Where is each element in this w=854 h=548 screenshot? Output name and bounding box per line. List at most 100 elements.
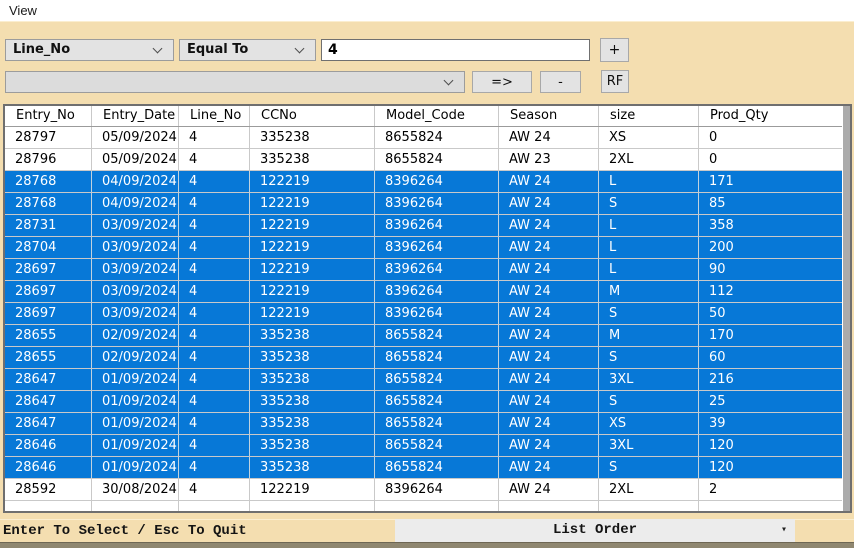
table-row[interactable]: 2864701/09/202443352388655824AW 243XL216: [5, 369, 842, 391]
apply-filter-button[interactable]: =>: [472, 71, 532, 93]
table-cell: 28697: [5, 303, 92, 324]
table-cell: 4: [179, 259, 250, 280]
table-cell: 171: [699, 171, 842, 192]
table-cell: 85: [699, 193, 842, 214]
table-cell: 4: [179, 413, 250, 434]
table-cell: 28647: [5, 413, 92, 434]
table-cell: 03/09/2024: [92, 281, 179, 302]
header-cell: Entry_No: [5, 106, 92, 126]
table-cell: 05/09/2024: [92, 127, 179, 148]
table-cell: L: [599, 171, 699, 192]
table-cell: AW 24: [499, 193, 599, 214]
table-cell: 4: [179, 347, 250, 368]
empty-cell: [699, 501, 842, 511]
empty-cell: [179, 501, 250, 511]
table-cell: 335238: [250, 127, 375, 148]
table-cell: S: [599, 347, 699, 368]
table-cell: 4: [179, 127, 250, 148]
table-cell: 4: [179, 435, 250, 456]
table-cell: XS: [599, 413, 699, 434]
table-row[interactable]: 2873103/09/202441222198396264AW 24L358: [5, 215, 842, 237]
table-cell: 8655824: [375, 457, 499, 478]
table-cell: 2: [699, 479, 842, 500]
table-cell: 335238: [250, 435, 375, 456]
table-cell: M: [599, 325, 699, 346]
remove-filter-button[interactable]: -: [540, 71, 581, 93]
table-row[interactable]: 2870403/09/202441222198396264AW 24L200: [5, 237, 842, 259]
empty-cell: [599, 501, 699, 511]
table-cell: 28697: [5, 259, 92, 280]
table-cell: 8396264: [375, 171, 499, 192]
status-filler: [795, 519, 854, 542]
table-cell: 60: [699, 347, 842, 368]
table-row[interactable]: 2876804/09/202441222198396264AW 24L171: [5, 171, 842, 193]
table-row[interactable]: 2869703/09/202441222198396264AW 24L90: [5, 259, 842, 281]
table-cell: 28646: [5, 435, 92, 456]
table-cell: 0: [699, 127, 842, 148]
table-cell: AW 24: [499, 391, 599, 412]
table-row[interactable]: 2864701/09/202443352388655824AW 24XS39: [5, 413, 842, 435]
empty-cell: [250, 501, 375, 511]
header-cell: Season: [499, 106, 599, 126]
table-cell: 28768: [5, 193, 92, 214]
table-cell: 3XL: [599, 435, 699, 456]
table-cell: 335238: [250, 149, 375, 170]
rf-button[interactable]: RF: [601, 70, 629, 93]
table-cell: 01/09/2024: [92, 413, 179, 434]
vertical-scrollbar[interactable]: [842, 106, 850, 511]
table-cell: 8655824: [375, 347, 499, 368]
table-cell: 4: [179, 281, 250, 302]
saved-filter-combobox[interactable]: [5, 71, 465, 93]
table-cell: AW 24: [499, 303, 599, 324]
table-cell: 4: [179, 237, 250, 258]
table-cell: 120: [699, 435, 842, 456]
table-row[interactable]: 2864601/09/202443352388655824AW 24S120: [5, 457, 842, 479]
table-cell: 2XL: [599, 149, 699, 170]
table-cell: 335238: [250, 325, 375, 346]
menu-item-view[interactable]: View: [0, 0, 46, 21]
table-row[interactable]: 2879605/09/202443352388655824AW 232XL0: [5, 149, 842, 171]
table-cell: S: [599, 193, 699, 214]
table-row[interactable]: 2864701/09/202443352388655824AW 24S25: [5, 391, 842, 413]
status-hint: Enter To Select / Esc To Quit: [0, 519, 395, 542]
filter-value-input[interactable]: [321, 39, 590, 61]
list-order-combobox[interactable]: List Order ▾: [395, 519, 795, 542]
table-cell: 122219: [250, 215, 375, 236]
table-cell: 200: [699, 237, 842, 258]
table-cell: AW 24: [499, 413, 599, 434]
table-cell: XS: [599, 127, 699, 148]
field-combobox[interactable]: Line_No: [5, 39, 174, 61]
table-row[interactable]: 2859230/08/202441222198396264AW 242XL2: [5, 479, 842, 501]
table-cell: L: [599, 215, 699, 236]
table-cell: AW 24: [499, 237, 599, 258]
add-filter-button[interactable]: +: [600, 38, 629, 62]
table-cell: 8396264: [375, 237, 499, 258]
table-row[interactable]: 2864601/09/202443352388655824AW 243XL120: [5, 435, 842, 457]
table-cell: AW 24: [499, 281, 599, 302]
table-cell: 122219: [250, 479, 375, 500]
table-row[interactable]: 2876804/09/202441222198396264AW 24S85: [5, 193, 842, 215]
table-row[interactable]: 2869703/09/202441222198396264AW 24S50: [5, 303, 842, 325]
empty-cell: [375, 501, 499, 511]
table-cell: AW 24: [499, 215, 599, 236]
table-cell: AW 24: [499, 457, 599, 478]
table-cell: 112: [699, 281, 842, 302]
table-cell: 335238: [250, 369, 375, 390]
table-row[interactable]: 2865502/09/202443352388655824AW 24S60: [5, 347, 842, 369]
table-cell: 28655: [5, 325, 92, 346]
table-cell: 4: [179, 303, 250, 324]
header-cell: Entry_Date: [92, 106, 179, 126]
table-cell: 03/09/2024: [92, 237, 179, 258]
table-cell: 8396264: [375, 259, 499, 280]
table-cell: 04/09/2024: [92, 193, 179, 214]
app-window: View Line_No Equal To + => - RF Entry_No…: [0, 0, 854, 548]
operator-combobox[interactable]: Equal To: [179, 39, 316, 61]
table-row[interactable]: 2879705/09/202443352388655824AW 24XS0: [5, 127, 842, 149]
header-cell: Line_No: [179, 106, 250, 126]
table-cell: 30/08/2024: [92, 479, 179, 500]
table-cell: 4: [179, 215, 250, 236]
table-row[interactable]: 2865502/09/202443352388655824AW 24M170: [5, 325, 842, 347]
table-row[interactable]: 2869703/09/202441222198396264AW 24M112: [5, 281, 842, 303]
bottom-strip: [0, 542, 854, 548]
table-cell: 8396264: [375, 479, 499, 500]
